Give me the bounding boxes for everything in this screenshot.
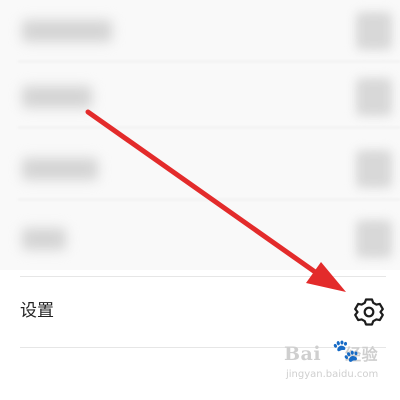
paw-icon: 🐾 — [332, 339, 360, 364]
obscured-row-label — [22, 20, 112, 42]
obscured-row-label — [22, 228, 66, 250]
obscured-row-label — [22, 158, 98, 180]
obscured-row[interactable] — [0, 66, 400, 128]
obscured-row-icon — [356, 220, 392, 258]
obscured-row[interactable] — [0, 138, 400, 200]
watermark-site: jingyan.baidu.com — [286, 369, 379, 380]
watermark: Bai 经验 🐾 jingyan.baidu.com — [284, 339, 396, 390]
obscured-row-divider — [18, 127, 400, 128]
obscured-row-divider — [18, 199, 400, 200]
obscured-row-icon — [356, 78, 392, 116]
obscured-row-label — [22, 86, 92, 108]
divider — [20, 276, 386, 277]
obscured-row-icon — [356, 12, 392, 50]
settings-menu-item[interactable]: 设置 — [0, 278, 400, 346]
obscured-row-icon — [356, 150, 392, 188]
obscured-row[interactable] — [0, 208, 400, 270]
obscured-row-divider — [18, 61, 400, 62]
obscured-menu-list — [0, 0, 400, 270]
settings-label: 设置 — [20, 301, 54, 321]
obscured-row[interactable] — [0, 0, 400, 62]
gear-icon[interactable] — [353, 296, 385, 328]
